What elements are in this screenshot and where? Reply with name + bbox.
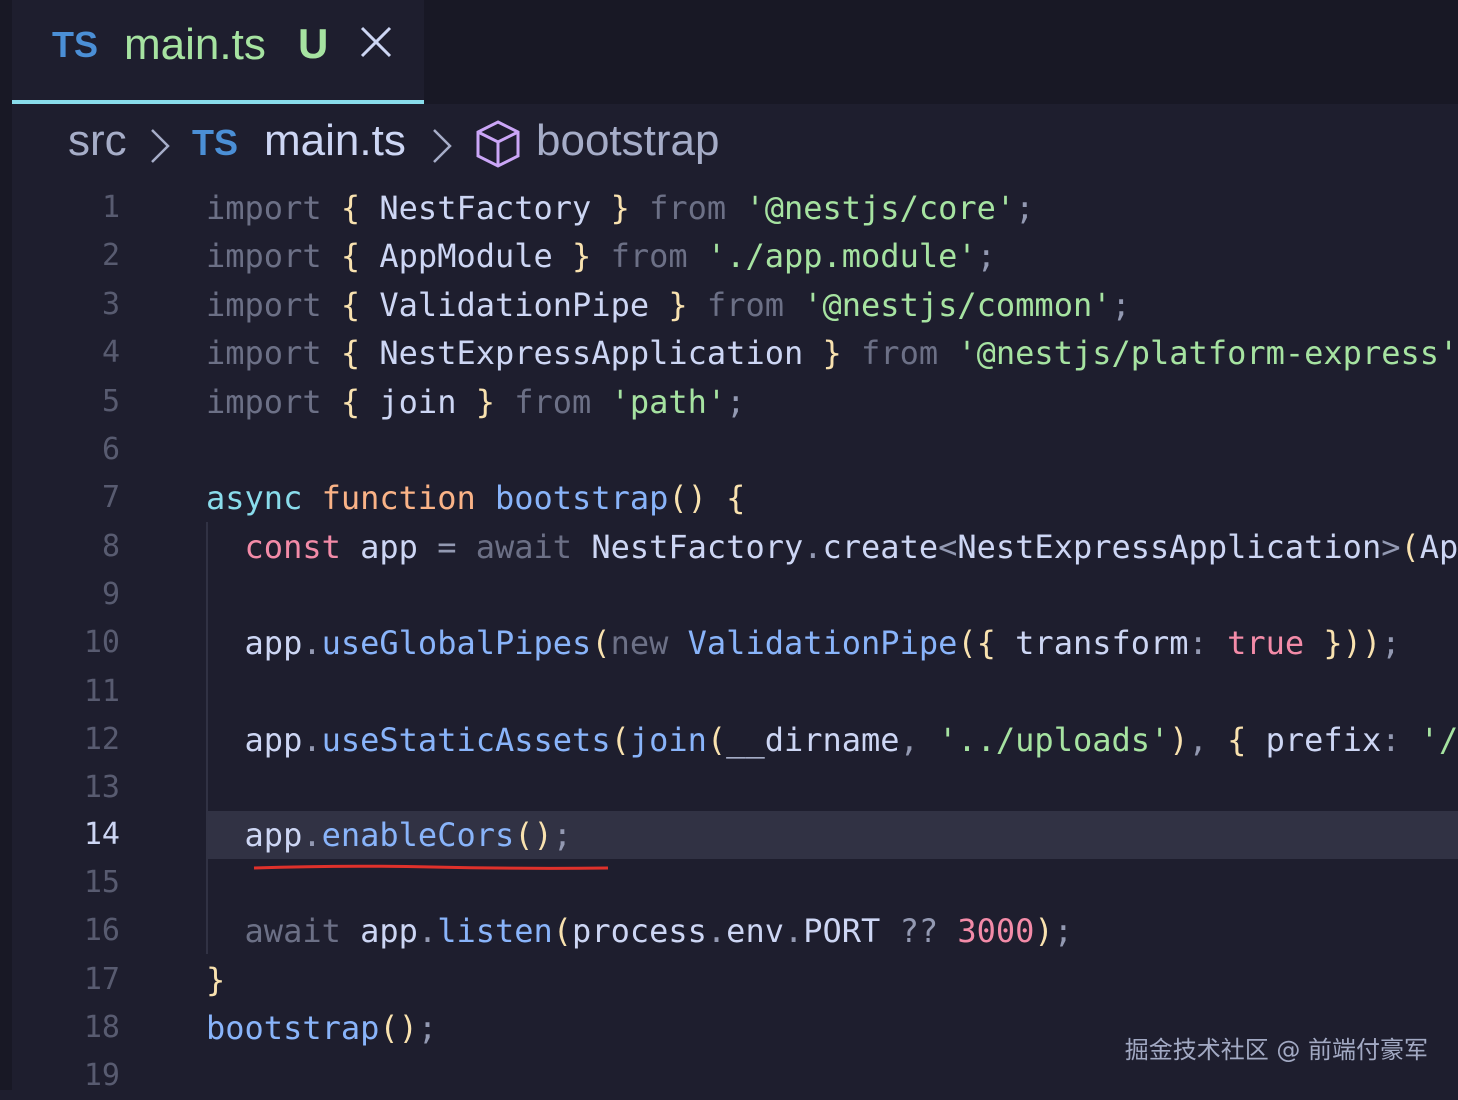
line-number: 6 <box>101 432 120 467</box>
line-number: 10 <box>83 625 120 660</box>
code-line[interactable]: import { ValidationPipe } from '@nestjs/… <box>206 281 1131 329</box>
code-line[interactable]: await app.listen(process.env.PORT ?? 300… <box>206 907 1073 955</box>
line-number: 15 <box>83 865 120 900</box>
line-number: 16 <box>83 913 120 948</box>
line-number: 1 <box>101 190 120 225</box>
breadcrumb-folder[interactable]: src <box>68 116 127 166</box>
line-number: 8 <box>101 529 120 564</box>
line-number: 17 <box>83 962 120 997</box>
code-line[interactable]: import { join } from 'path'; <box>206 378 745 426</box>
code-line[interactable]: bootstrap(); <box>206 1004 437 1052</box>
untracked-badge: U <box>298 20 329 67</box>
line-number-active: 14 <box>83 817 120 852</box>
code-line-active[interactable]: app.enableCors(); <box>206 811 573 859</box>
code-line[interactable]: import { NestFactory } from '@nestjs/cor… <box>206 184 1034 232</box>
line-number: 5 <box>101 384 120 419</box>
code-line[interactable]: import { AppModule } from './app.module'… <box>206 232 996 280</box>
chevron-right-icon <box>151 129 170 163</box>
line-number: 9 <box>101 577 120 612</box>
line-number: 7 <box>101 480 120 515</box>
line-number: 18 <box>83 1010 120 1045</box>
close-icon[interactable] <box>358 22 394 62</box>
code-line[interactable]: } <box>206 956 225 1004</box>
typescript-file-icon: TS <box>52 24 99 65</box>
line-number: 2 <box>101 238 120 273</box>
tab-main-ts[interactable]: TS main.ts U <box>12 0 424 104</box>
watermark: 掘金技术社区 @ 前端付豪军 <box>1124 1036 1428 1064</box>
tab-label: main.ts <box>124 20 266 69</box>
line-number: 11 <box>83 674 120 709</box>
breadcrumb-symbol[interactable]: bootstrap <box>536 116 719 166</box>
typescript-file-icon: TS <box>192 122 239 163</box>
breadcrumb-file[interactable]: main.ts <box>264 116 406 166</box>
code-line[interactable]: async function bootstrap() { <box>206 474 745 522</box>
line-number: 3 <box>101 287 120 322</box>
line-number: 4 <box>101 335 120 370</box>
code-line[interactable]: app.useStaticAssets(join(__dirname, '../… <box>206 716 1458 764</box>
code-line[interactable]: app.useGlobalPipes(new ValidationPipe({ … <box>206 619 1401 667</box>
chevron-right-icon <box>433 129 452 163</box>
error-underline <box>253 864 609 870</box>
code-line[interactable]: const app = await NestFactory.create<Nes… <box>206 523 1458 571</box>
code-line[interactable]: import { NestExpressApplication } from '… <box>206 329 1458 377</box>
line-number: 13 <box>83 770 120 805</box>
window-edge <box>0 0 12 1090</box>
cube-icon <box>476 120 520 168</box>
line-number: 12 <box>83 722 120 757</box>
line-number: 19 <box>83 1058 120 1093</box>
